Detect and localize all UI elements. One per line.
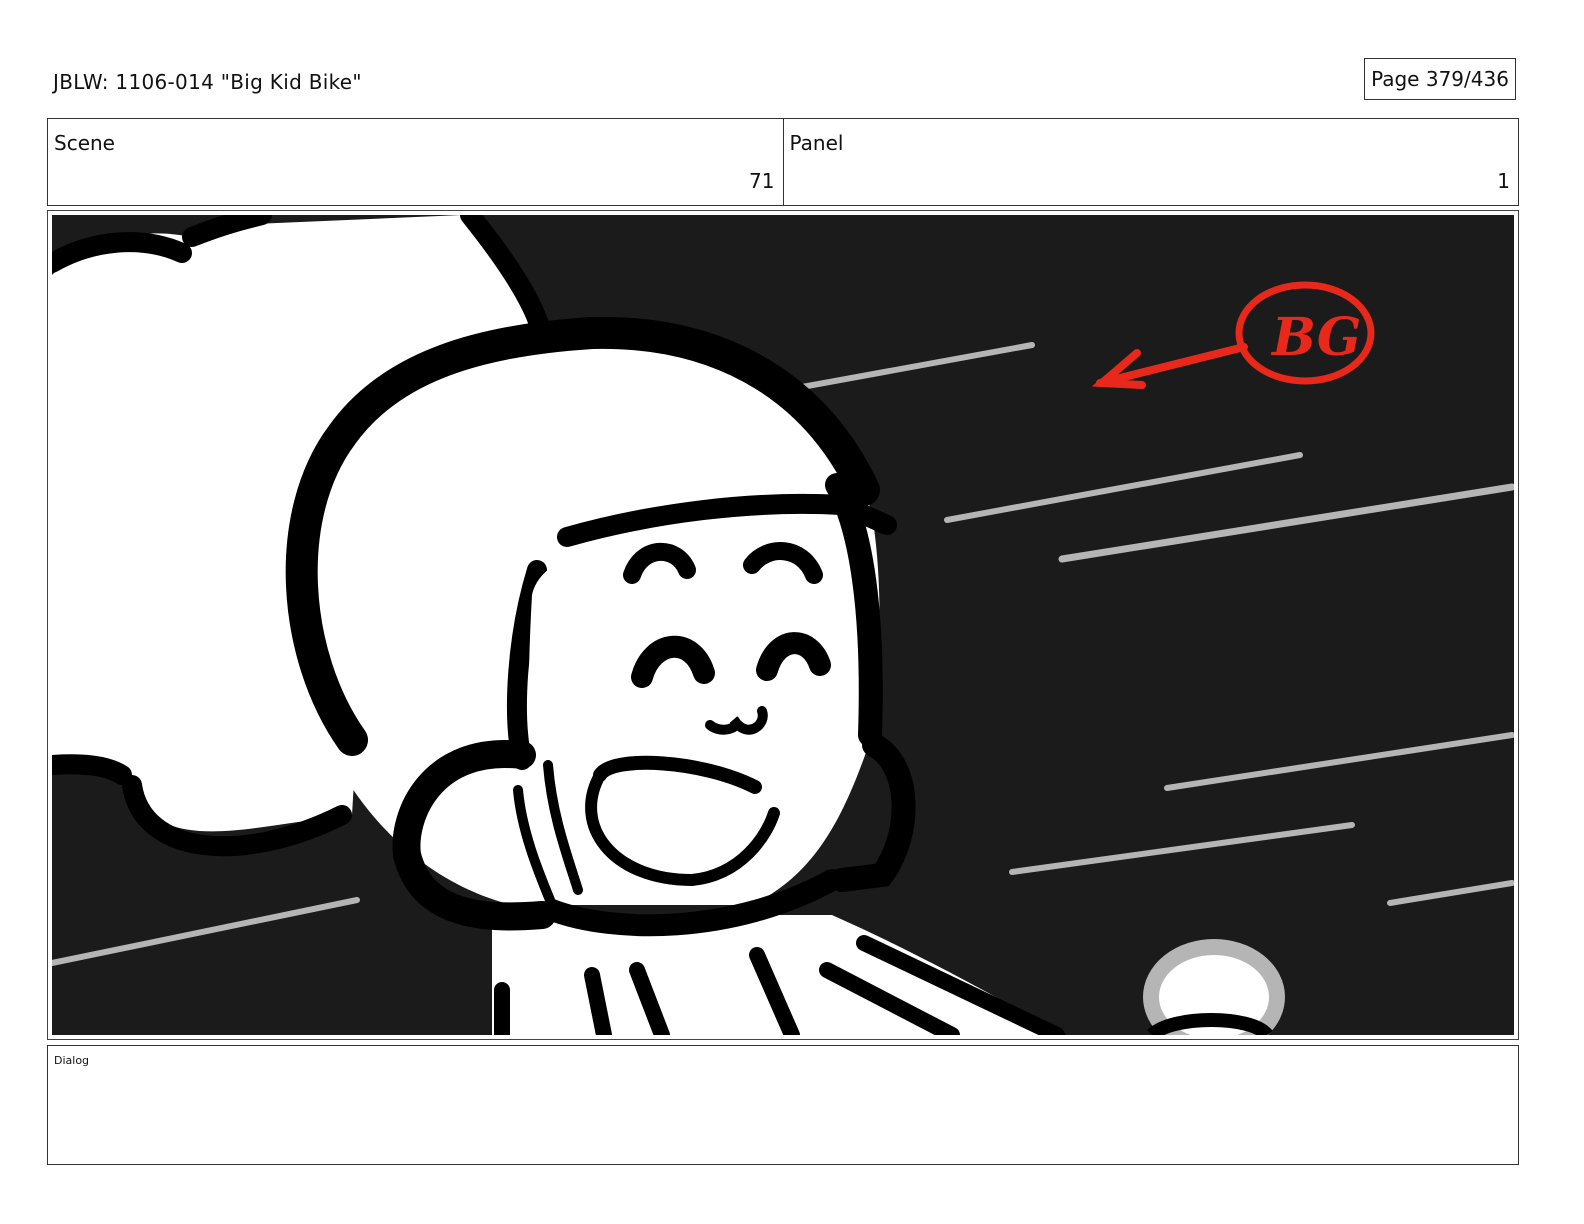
bg-annotation-text: BG <box>1270 307 1361 368</box>
scene-label: Scene <box>54 131 115 155</box>
storyboard-drawing-icon: BG <box>52 215 1514 1035</box>
page-indicator: Page 379/436 <box>1364 58 1516 100</box>
dialog-box[interactable]: Dialog <box>47 1045 1519 1165</box>
scene-panel-row: Scene 71 Panel 1 <box>47 118 1519 206</box>
panel-label: Panel <box>789 131 844 155</box>
storyboard-frame: BG <box>52 215 1514 1035</box>
scene-value: 71 <box>749 169 775 193</box>
panel-value: 1 <box>1497 169 1510 193</box>
panel-cell: Panel 1 <box>782 119 1519 205</box>
document-title: JBLW: 1106-014 "Big Kid Bike" <box>53 70 362 94</box>
dialog-label: Dialog <box>54 1054 90 1067</box>
scene-cell: Scene 71 <box>48 119 783 205</box>
